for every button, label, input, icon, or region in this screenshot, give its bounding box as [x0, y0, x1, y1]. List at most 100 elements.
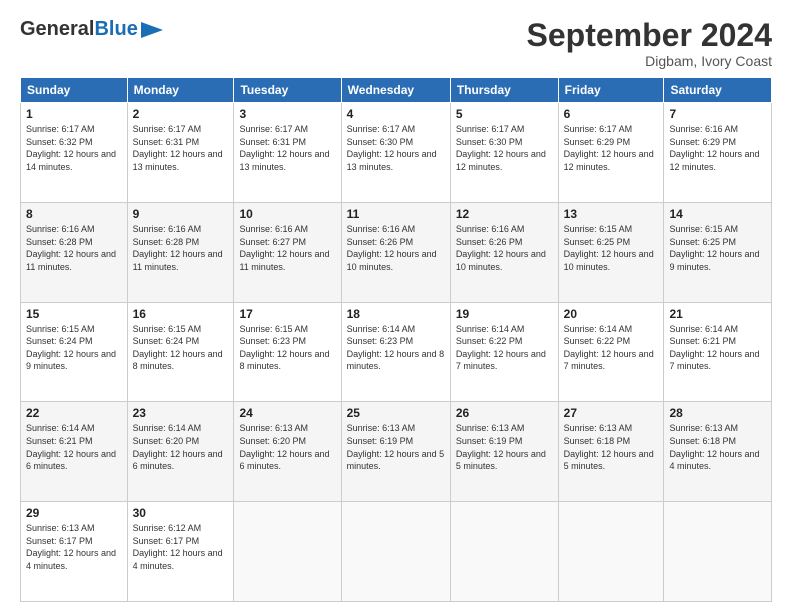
calendar-header-wednesday: Wednesday	[341, 78, 450, 103]
day-content: Sunrise: 6:14 AMSunset: 6:21 PMDaylight:…	[26, 422, 122, 472]
day-content: Sunrise: 6:14 AMSunset: 6:20 PMDaylight:…	[133, 422, 229, 472]
day-content: Sunrise: 6:17 AMSunset: 6:32 PMDaylight:…	[26, 123, 122, 173]
calendar-week-row-5: 29 Sunrise: 6:13 AMSunset: 6:17 PMDayligh…	[21, 502, 772, 602]
day-number: 3	[239, 107, 335, 121]
day-number: 8	[26, 207, 122, 221]
calendar-header-thursday: Thursday	[450, 78, 558, 103]
calendar-cell: 2 Sunrise: 6:17 AMSunset: 6:31 PMDaylight…	[127, 103, 234, 203]
calendar-header-monday: Monday	[127, 78, 234, 103]
calendar-header-saturday: Saturday	[664, 78, 772, 103]
day-number: 22	[26, 406, 122, 420]
logo-general: General	[20, 18, 94, 41]
calendar-header-tuesday: Tuesday	[234, 78, 341, 103]
calendar-cell: 27Sunrise: 6:13 AMSunset: 6:18 PMDayligh…	[558, 402, 664, 502]
day-content: Sunrise: 6:13 AMSunset: 6:19 PMDaylight:…	[347, 422, 445, 472]
calendar-cell: 30Sunrise: 6:12 AMSunset: 6:17 PMDayligh…	[127, 502, 234, 602]
calendar-cell: 23 Sunrise: 6:14 AMSunset: 6:20 PMDayligh…	[127, 402, 234, 502]
day-number: 6	[564, 107, 659, 121]
day-number: 29	[26, 506, 122, 520]
calendar-cell: 25Sunrise: 6:13 AMSunset: 6:19 PMDayligh…	[341, 402, 450, 502]
day-number: 7	[669, 107, 766, 121]
day-number: 15	[26, 307, 122, 321]
day-content: Sunrise: 6:15 AMSunset: 6:23 PMDaylight:…	[239, 323, 335, 373]
month-title: September 2024	[527, 18, 772, 53]
day-number: 23	[133, 406, 229, 420]
day-content: Sunrise: 6:13 AMSunset: 6:20 PMDaylight:…	[239, 422, 335, 472]
calendar-week-row-3: 15 Sunrise: 6:15 AMSunset: 6:24 PMDayligh…	[21, 302, 772, 402]
calendar-cell: 3Sunrise: 6:17 AMSunset: 6:31 PMDaylight…	[234, 103, 341, 203]
day-content: Sunrise: 6:13 AMSunset: 6:18 PMDaylight:…	[564, 422, 659, 472]
day-number: 4	[347, 107, 445, 121]
day-number: 9	[133, 207, 229, 221]
calendar-cell	[558, 502, 664, 602]
calendar-cell: 5Sunrise: 6:17 AMSunset: 6:30 PMDaylight…	[450, 103, 558, 203]
day-number: 16	[133, 307, 229, 321]
page: General Blue September 2024 Digbam, Ivor…	[0, 0, 792, 612]
day-number: 10	[239, 207, 335, 221]
day-content: Sunrise: 6:17 AMSunset: 6:30 PMDaylight:…	[347, 123, 445, 173]
calendar-cell: 15 Sunrise: 6:15 AMSunset: 6:24 PMDayligh…	[21, 302, 128, 402]
day-number: 17	[239, 307, 335, 321]
day-number: 19	[456, 307, 553, 321]
day-number: 20	[564, 307, 659, 321]
calendar-table: SundayMondayTuesdayWednesdayThursdayFrid…	[20, 77, 772, 602]
day-number: 21	[669, 307, 766, 321]
day-content: Sunrise: 6:16 AMSunset: 6:27 PMDaylight:…	[239, 223, 335, 273]
calendar-cell: 14 Sunrise: 6:15 AMSunset: 6:25 PMDayligh…	[664, 202, 772, 302]
calendar-cell: 18 Sunrise: 6:14 AMSunset: 6:23 PMDayligh…	[341, 302, 450, 402]
logo-arrow-icon	[141, 22, 163, 38]
day-content: Sunrise: 6:15 AMSunset: 6:24 PMDaylight:…	[26, 323, 122, 373]
day-content: Sunrise: 6:16 AMSunset: 6:26 PMDaylight:…	[456, 223, 553, 273]
calendar-cell: 22 Sunrise: 6:14 AMSunset: 6:21 PMDayligh…	[21, 402, 128, 502]
day-content: Sunrise: 6:17 AMSunset: 6:29 PMDaylight:…	[564, 123, 659, 173]
day-content: Sunrise: 6:16 AMSunset: 6:28 PMDaylight:…	[133, 223, 229, 273]
day-number: 1	[26, 107, 122, 121]
day-content: Sunrise: 6:13 AMSunset: 6:17 PMDaylight:…	[26, 522, 122, 572]
calendar-cell: 7 Sunrise: 6:16 AMSunset: 6:29 PMDaylight…	[664, 103, 772, 203]
calendar-week-row-1: 1 Sunrise: 6:17 AMSunset: 6:32 PMDaylight…	[21, 103, 772, 203]
calendar-cell: 11 Sunrise: 6:16 AMSunset: 6:26 PMDayligh…	[341, 202, 450, 302]
day-number: 26	[456, 406, 553, 420]
logo: General Blue	[20, 18, 163, 41]
day-content: Sunrise: 6:15 AMSunset: 6:25 PMDaylight:…	[564, 223, 659, 273]
day-content: Sunrise: 6:16 AMSunset: 6:28 PMDaylight:…	[26, 223, 122, 273]
day-content: Sunrise: 6:15 AMSunset: 6:25 PMDaylight:…	[669, 223, 766, 273]
day-number: 30	[133, 506, 229, 520]
calendar-cell: 9 Sunrise: 6:16 AMSunset: 6:28 PMDaylight…	[127, 202, 234, 302]
day-number: 18	[347, 307, 445, 321]
day-content: Sunrise: 6:16 AMSunset: 6:26 PMDaylight:…	[347, 223, 445, 273]
day-content: Sunrise: 6:14 AMSunset: 6:22 PMDaylight:…	[456, 323, 553, 373]
day-content: Sunrise: 6:16 AMSunset: 6:29 PMDaylight:…	[669, 123, 766, 173]
day-number: 13	[564, 207, 659, 221]
calendar-header-friday: Friday	[558, 78, 664, 103]
day-number: 2	[133, 107, 229, 121]
day-content: Sunrise: 6:14 AMSunset: 6:21 PMDaylight:…	[669, 323, 766, 373]
title-block: September 2024 Digbam, Ivory Coast	[527, 18, 772, 69]
day-content: Sunrise: 6:14 AMSunset: 6:22 PMDaylight:…	[564, 323, 659, 373]
calendar-cell: 29 Sunrise: 6:13 AMSunset: 6:17 PMDayligh…	[21, 502, 128, 602]
calendar-cell: 28Sunrise: 6:13 AMSunset: 6:18 PMDayligh…	[664, 402, 772, 502]
header: General Blue September 2024 Digbam, Ivor…	[20, 18, 772, 69]
day-number: 12	[456, 207, 553, 221]
calendar-cell: 16 Sunrise: 6:15 AMSunset: 6:24 PMDayligh…	[127, 302, 234, 402]
calendar-cell: 8 Sunrise: 6:16 AMSunset: 6:28 PMDaylight…	[21, 202, 128, 302]
day-number: 11	[347, 207, 445, 221]
day-number: 28	[669, 406, 766, 420]
calendar-cell: 1 Sunrise: 6:17 AMSunset: 6:32 PMDaylight…	[21, 103, 128, 203]
calendar-header-row: SundayMondayTuesdayWednesdayThursdayFrid…	[21, 78, 772, 103]
calendar-cell	[450, 502, 558, 602]
calendar-cell: 21 Sunrise: 6:14 AMSunset: 6:21 PMDayligh…	[664, 302, 772, 402]
calendar-week-row-4: 22 Sunrise: 6:14 AMSunset: 6:21 PMDayligh…	[21, 402, 772, 502]
location-title: Digbam, Ivory Coast	[527, 53, 772, 69]
calendar-cell: 24 Sunrise: 6:13 AMSunset: 6:20 PMDayligh…	[234, 402, 341, 502]
day-number: 14	[669, 207, 766, 221]
day-content: Sunrise: 6:14 AMSunset: 6:23 PMDaylight:…	[347, 323, 445, 373]
day-content: Sunrise: 6:15 AMSunset: 6:24 PMDaylight:…	[133, 323, 229, 373]
calendar-cell: 12 Sunrise: 6:16 AMSunset: 6:26 PMDayligh…	[450, 202, 558, 302]
calendar-cell: 6 Sunrise: 6:17 AMSunset: 6:29 PMDaylight…	[558, 103, 664, 203]
day-number: 24	[239, 406, 335, 420]
calendar-cell	[664, 502, 772, 602]
day-content: Sunrise: 6:13 AMSunset: 6:19 PMDaylight:…	[456, 422, 553, 472]
day-content: Sunrise: 6:17 AMSunset: 6:31 PMDaylight:…	[133, 123, 229, 173]
day-content: Sunrise: 6:17 AMSunset: 6:30 PMDaylight:…	[456, 123, 553, 173]
